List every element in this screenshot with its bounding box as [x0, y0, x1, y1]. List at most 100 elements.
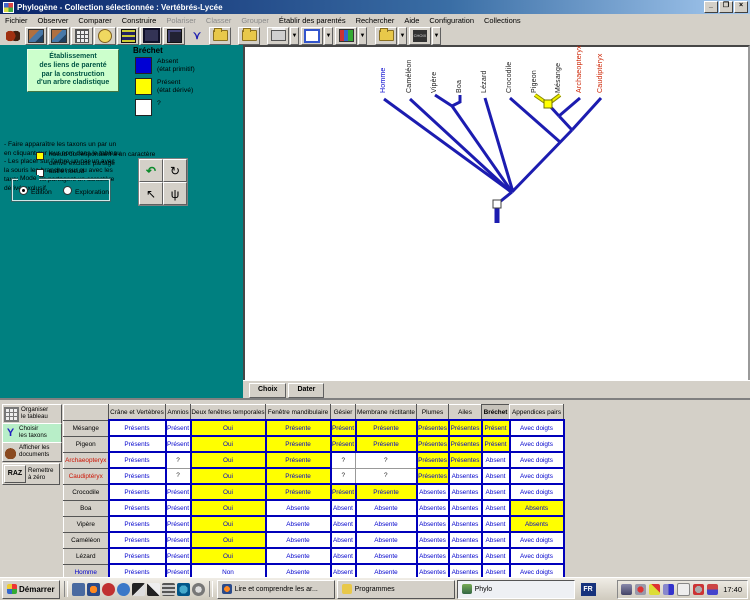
taxon-label-caudiptéryx[interactable]: Caudiptéryx — [597, 53, 604, 93]
task-button-programmes[interactable]: Programmes — [337, 580, 455, 599]
row-label-archaeopteryx[interactable]: Archaeopteryx — [64, 452, 109, 468]
taxon-label-crocodile[interactable]: Crocodile — [506, 62, 513, 93]
row-label-mésange[interactable]: Mésange — [64, 420, 109, 436]
menu--tablir-des-parent-s[interactable]: Établir des parentés — [274, 15, 351, 26]
tree-button[interactable]: ⋎ — [186, 27, 208, 45]
observe-butterfly-button[interactable] — [2, 27, 24, 45]
column-header-appendices-pairs[interactable]: Appendices pairs — [510, 405, 564, 421]
column-header-fen-tre-mandibulaire[interactable]: Fenêtre mandibulaire — [266, 405, 331, 421]
taxon-label-vipère[interactable]: Vipère — [431, 72, 438, 93]
row-label-crocodile[interactable]: Crocodile — [64, 484, 109, 500]
restore-button[interactable]: ❐ — [719, 1, 733, 13]
taxon-label-mésange[interactable]: Mésange — [555, 63, 562, 93]
task-button-lire[interactable]: Lire et comprendre les ar... — [217, 580, 335, 599]
books-button[interactable] — [335, 27, 357, 45]
column-header-cr-ne-et-vert-bres[interactable]: Crâne et Vertèbres — [109, 405, 166, 421]
matrix-cell: Présent — [166, 420, 191, 436]
raz-button[interactable]: RAZ Remettre à zéro — [2, 463, 60, 485]
tray-window-icon[interactable] — [677, 583, 690, 596]
menu-configuration[interactable]: Configuration — [424, 15, 479, 26]
folder-yellow-button[interactable] — [375, 27, 397, 45]
choisir-taxons-button[interactable]: Y Choisir les taxons — [2, 423, 62, 443]
quicklaunch-player-icon[interactable] — [192, 583, 205, 596]
tray-update-icon[interactable] — [707, 584, 718, 595]
taxon-label-boa[interactable]: Boa — [456, 80, 463, 93]
column-header-membrane-nictitante[interactable]: Membrane nictitante — [356, 405, 417, 421]
organiser-tableau-button[interactable]: Organiser le tableau — [2, 404, 62, 424]
tray-display-icon[interactable] — [621, 584, 632, 595]
row-label-vipère[interactable]: Vipère — [64, 516, 109, 532]
minimize-button[interactable]: _ — [704, 1, 718, 13]
branch-tool-button[interactable]: ψ — [163, 182, 187, 205]
window-copy-button[interactable] — [301, 27, 323, 45]
cabinet-button[interactable] — [163, 27, 185, 45]
screen-button[interactable] — [140, 27, 162, 45]
print-button[interactable] — [267, 27, 289, 45]
select-button[interactable]: ↖ — [139, 182, 163, 205]
taxon-label-archaeopteryx[interactable]: Archaeopteryx — [576, 45, 583, 93]
row-label-caudiptéryx[interactable]: Caudiptéryx — [64, 468, 109, 484]
quicklaunch-firefox-icon[interactable] — [87, 583, 100, 596]
menu-collections[interactable]: Collections — [479, 15, 526, 26]
row-label-lézard[interactable]: Lézard — [64, 548, 109, 564]
row-label-pigeon[interactable]: Pigeon — [64, 436, 109, 452]
quicklaunch-desktop-icon[interactable] — [72, 583, 85, 596]
grid-table-button[interactable] — [71, 27, 93, 45]
column-header-g-sier[interactable]: Gésier — [331, 405, 356, 421]
quicklaunch-capture-icon[interactable] — [132, 583, 145, 596]
matrix-button[interactable] — [117, 27, 139, 45]
undo-button[interactable]: ↶ — [139, 159, 163, 182]
redo-button[interactable]: ↻ — [163, 159, 187, 182]
taxon-label-homme[interactable]: Homme — [380, 67, 387, 93]
tab-choix[interactable]: Choix — [249, 383, 286, 398]
photo-observe-button[interactable] — [25, 27, 47, 45]
books-dropdown[interactable]: ▼ — [358, 27, 367, 45]
column-header-deux-fen-tres-temporales[interactable]: Deux fenêtres temporales — [191, 405, 266, 421]
folder-dropdown[interactable]: ▼ — [398, 27, 407, 45]
menu-comparer[interactable]: Comparer — [73, 15, 116, 26]
menu-aide[interactable]: Aide — [399, 15, 424, 26]
menu-fichier[interactable]: Fichier — [0, 15, 33, 26]
window-copy-dropdown[interactable]: ▼ — [324, 27, 333, 45]
menu-observer[interactable]: Observer — [33, 15, 74, 26]
tray-volume-icon[interactable] — [693, 584, 704, 595]
root-node[interactable] — [493, 200, 501, 208]
menu-rechercher[interactable]: Rechercher — [351, 15, 400, 26]
matrix-cell: Présent — [166, 500, 191, 516]
tray-key-icon[interactable] — [649, 584, 660, 595]
language-indicator[interactable]: FR — [581, 583, 596, 596]
photo-compare-button[interactable] — [48, 27, 70, 45]
task-button-phylo[interactable]: Phylo — [457, 580, 575, 599]
print-dropdown[interactable]: ▼ — [290, 27, 299, 45]
column-header-plumes[interactable]: Plumes — [417, 405, 449, 421]
row-label-boa[interactable]: Boa — [64, 500, 109, 516]
quicklaunch-q-icon[interactable] — [177, 583, 190, 596]
quicklaunch-opera-icon[interactable] — [102, 583, 115, 596]
close-button[interactable]: × — [734, 1, 748, 13]
choix-button[interactable]: CHOIX — [409, 27, 431, 45]
tray-download-icon[interactable] — [663, 584, 674, 595]
afficher-documents-button[interactable]: Afficher les documents — [2, 442, 62, 462]
row-label-caméléon[interactable]: Caméléon — [64, 532, 109, 548]
taxon-label-caméléon[interactable]: Caméléon — [406, 59, 413, 93]
column-header-amnios[interactable]: Amnios — [166, 405, 191, 421]
tray-alert-icon[interactable] — [635, 584, 646, 595]
quicklaunch-paint-icon[interactable] — [147, 583, 160, 596]
derived-node[interactable] — [544, 100, 552, 108]
mode-radio-edition[interactable]: Édition — [19, 186, 52, 196]
choix-dropdown[interactable]: ▼ — [432, 27, 441, 45]
mode-radio-exploration[interactable]: Exploration — [63, 186, 109, 196]
column-header-br-chet[interactable]: Bréchet — [482, 405, 510, 421]
quicklaunch-media-icon[interactable] — [162, 583, 175, 596]
folder-open-button[interactable] — [238, 27, 260, 45]
taxon-label-pigeon[interactable]: Pigeon — [531, 70, 538, 93]
tab-dater[interactable]: Dater — [288, 383, 324, 398]
start-button[interactable]: Démarrer — [2, 580, 60, 599]
folder-edit-button[interactable] — [209, 27, 231, 45]
quicklaunch-ie-icon[interactable] — [117, 583, 130, 596]
taxon-label-lézard[interactable]: Lézard — [481, 70, 488, 93]
build-button[interactable] — [94, 27, 116, 45]
menu-construire[interactable]: Construire — [117, 15, 162, 26]
column-header-ailes[interactable]: Ailes — [449, 405, 482, 421]
cladogram-canvas[interactable]: Homme Caméléon Vipère Boa Lézard Crocodile Pig… — [243, 45, 750, 382]
